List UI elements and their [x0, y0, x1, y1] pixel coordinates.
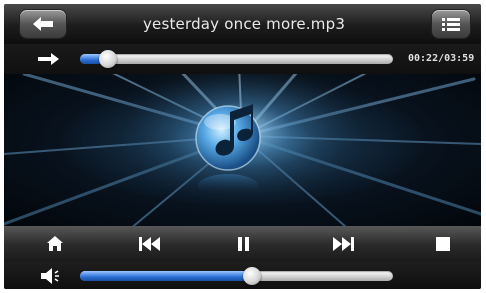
next-button[interactable]: [329, 232, 359, 256]
track-title: yesterday once more.mp3: [142, 15, 346, 33]
volume-handle[interactable]: [243, 267, 261, 285]
light-rays: [4, 74, 481, 226]
playlist-button[interactable]: [432, 10, 470, 38]
volume-row: [4, 262, 481, 289]
stop-icon: [436, 237, 450, 251]
skip-next-icon: [333, 237, 354, 251]
volume-slider[interactable]: [80, 267, 393, 285]
pause-icon: [238, 237, 249, 251]
music-note-icon: [195, 104, 261, 198]
time-readout: 00:22/03:59: [408, 53, 475, 64]
title-bar: yesterday once more.mp3: [4, 4, 481, 44]
skip-previous-icon: [139, 237, 160, 251]
volume-slider-fill: [80, 271, 252, 281]
home-button[interactable]: [40, 232, 70, 256]
album-art: [4, 74, 481, 226]
progress-row: 00:22/03:59: [4, 44, 481, 74]
speaker-icon[interactable]: [38, 267, 66, 285]
list-icon: [442, 18, 460, 31]
pause-button[interactable]: [228, 232, 258, 256]
arrow-right-icon: [38, 53, 59, 65]
home-icon: [47, 236, 63, 251]
seek-handle[interactable]: [99, 50, 117, 68]
transport-controls: [4, 226, 481, 262]
previous-button[interactable]: [134, 232, 164, 256]
seek-bar[interactable]: [80, 50, 393, 68]
stop-button[interactable]: [428, 232, 458, 256]
arrow-left-icon: [33, 17, 53, 31]
back-button[interactable]: [20, 10, 66, 38]
media-player-window: yesterday once more.mp3 00:22/03:59: [4, 4, 481, 289]
